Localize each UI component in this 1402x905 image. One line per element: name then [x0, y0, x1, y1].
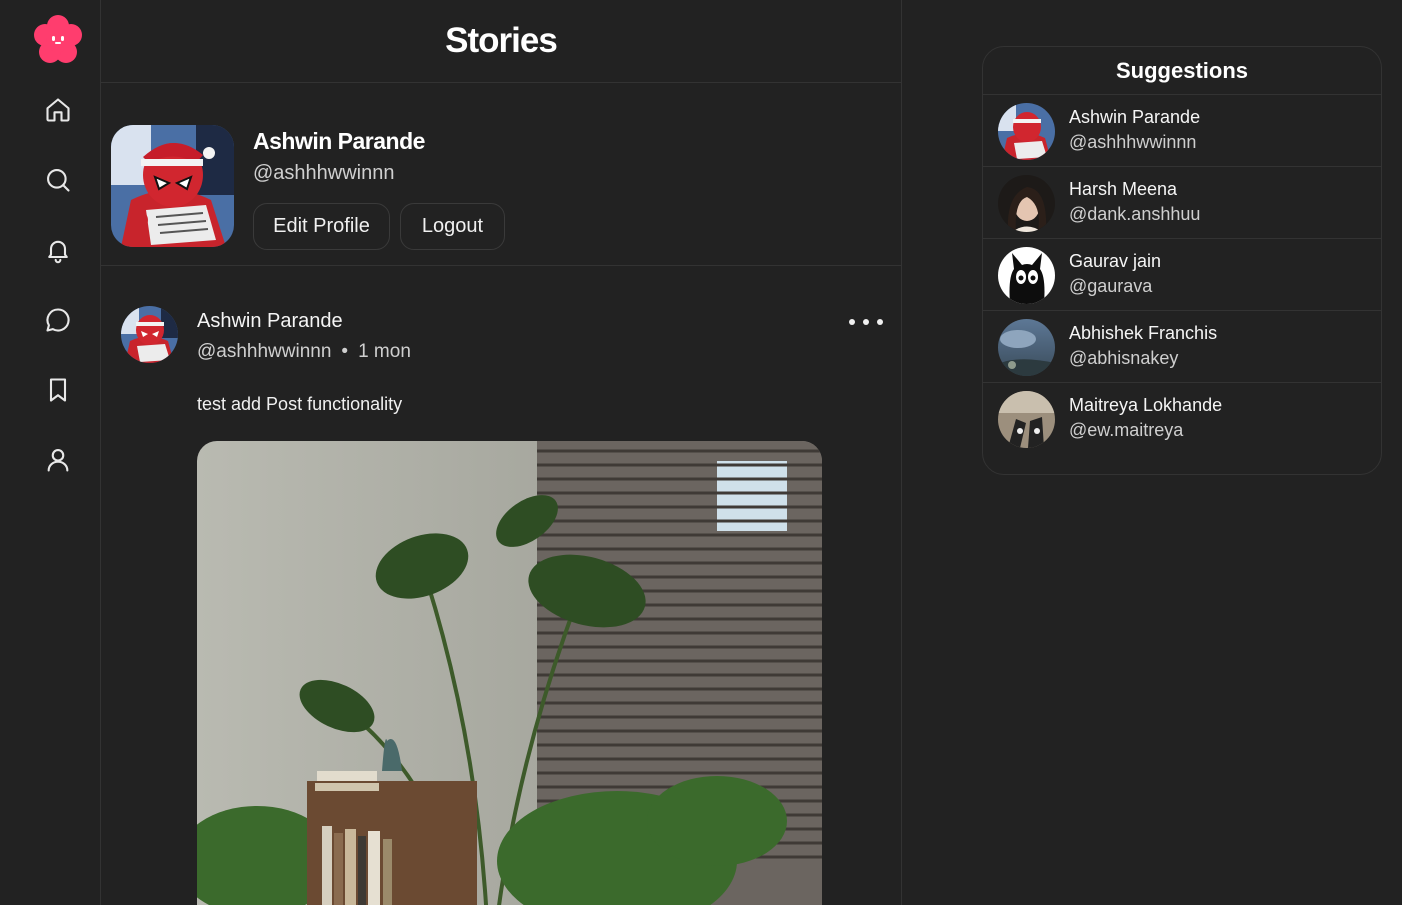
stories-header: Stories	[101, 0, 901, 83]
suggestion-avatar	[998, 391, 1055, 448]
sidebar	[0, 0, 101, 905]
post-card: Ashwin Parande @ashhhwwinnn • 1 mon test a…	[101, 266, 901, 905]
suggestion-item[interactable]: Maitreya Lokhande @ew.maitreya	[983, 383, 1381, 455]
suggestion-handle: @dank.anshhuu	[1069, 204, 1201, 224]
nav-profile[interactable]	[40, 442, 76, 478]
suggestion-name: Maitreya Lokhande	[1069, 395, 1223, 415]
chat-bubble-icon	[46, 308, 70, 332]
menu-dot	[877, 319, 883, 325]
suggestion-name: Harsh Meena	[1069, 179, 1178, 199]
logout-button[interactable]: Logout	[400, 203, 505, 250]
post-image[interactable]	[197, 441, 822, 905]
bookmark-icon	[49, 378, 67, 402]
user-icon	[47, 449, 69, 472]
suggestions-panel: Suggestions Ashwin Parande @ashhhwwinnn	[982, 46, 1382, 475]
suggestion-name: Ashwin Parande	[1069, 107, 1201, 127]
nav-home[interactable]	[40, 92, 76, 128]
edit-profile-button[interactable]: Edit Profile	[253, 203, 390, 250]
menu-dot	[863, 319, 869, 325]
suggestion-item[interactable]: Harsh Meena @dank.anshhuu	[983, 167, 1381, 239]
suggestion-name: Abhishek Franchis	[1069, 323, 1218, 343]
nav-notifications[interactable]	[40, 232, 76, 268]
post-text: test add Post functionality	[197, 394, 403, 414]
profile-handle: @ashhhwwinnn	[253, 162, 395, 184]
menu-dot	[849, 319, 855, 325]
suggestion-item[interactable]: Ashwin Parande @ashhhwwinnn	[983, 95, 1381, 167]
post-meta: @ashhhwwinnn • 1 mon	[197, 341, 411, 363]
post-author-handle: @ashhhwwinnn	[197, 341, 332, 362]
suggestion-item[interactable]: Gaurav jain @gaurava	[983, 239, 1381, 311]
main-feed: Stories Ashwin Parande @ashhhwwinnn Edit…	[101, 0, 902, 905]
suggestion-avatar	[998, 103, 1055, 160]
post-timestamp: 1 mon	[358, 341, 411, 362]
suggestion-name: Gaurav jain	[1069, 251, 1162, 271]
search-icon	[47, 169, 70, 192]
flower-logo[interactable]	[32, 14, 84, 66]
app-root: Stories Ashwin Parande @ashhhwwinnn Edit…	[0, 0, 1402, 905]
suggestions-title: Suggestions	[983, 47, 1381, 95]
suggestion-avatar	[998, 175, 1055, 232]
suggestion-handle: @ew.maitreya	[1069, 420, 1184, 440]
nav-messages[interactable]	[40, 302, 76, 338]
profile-card: Ashwin Parande @ashhhwwinnn Edit Profile…	[101, 83, 901, 266]
nav-bookmarks[interactable]	[40, 372, 76, 408]
nav-search[interactable]	[40, 162, 76, 198]
suggestion-handle: @gaurava	[1069, 276, 1153, 296]
post-author-name[interactable]: Ashwin Parande	[197, 310, 343, 333]
meta-separator: •	[341, 341, 349, 362]
profile-avatar[interactable]	[111, 125, 234, 247]
suggestion-avatar	[998, 247, 1055, 304]
suggestion-avatar	[998, 319, 1055, 376]
home-icon	[46, 98, 70, 122]
stories-title: Stories	[445, 21, 558, 60]
suggestion-handle: @ashhhwwinnn	[1069, 132, 1197, 152]
bell-icon	[48, 240, 68, 264]
suggestion-item[interactable]: Abhishek Franchis @abhisnakey	[983, 311, 1381, 383]
suggestion-handle: @abhisnakey	[1069, 348, 1179, 368]
more-options-icon[interactable]	[849, 312, 883, 332]
profile-name: Ashwin Parande	[253, 128, 425, 154]
post-author-avatar[interactable]	[121, 306, 178, 363]
